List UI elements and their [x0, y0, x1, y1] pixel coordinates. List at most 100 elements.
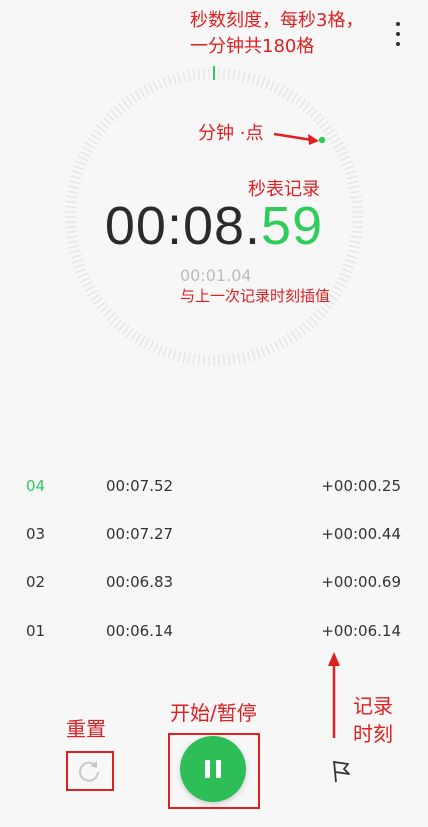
dial-tick	[305, 319, 315, 329]
lap-row: 03 00:07.27 +00:00.44	[0, 515, 428, 555]
dial-tick	[172, 73, 177, 85]
dial-tick	[72, 170, 83, 175]
lap-row: 02 00:06.83 +00:00.69	[0, 563, 428, 603]
dial-tick	[286, 90, 294, 101]
dial-tick	[227, 354, 231, 366]
dial-tick	[134, 333, 142, 344]
dial-tick	[312, 113, 322, 122]
dial-tick	[328, 133, 338, 141]
dial-tick	[347, 180, 359, 185]
pause-icon	[205, 760, 221, 778]
record-time-annotation-line2: 时刻	[353, 722, 393, 746]
dial-tick	[335, 146, 346, 153]
dial-tick	[349, 190, 361, 194]
lap-time: 00:07.52	[106, 477, 174, 495]
dial-tick	[77, 155, 89, 162]
dial-tick	[90, 293, 100, 301]
reset-button[interactable]	[76, 758, 102, 784]
lap-diff: +00:00.69	[321, 573, 401, 591]
dial-tick	[113, 105, 123, 115]
dot-icon	[396, 32, 400, 36]
dial-tick	[346, 175, 358, 180]
dial-tick	[256, 348, 261, 359]
dial-tick	[192, 69, 196, 81]
dial-tick	[148, 340, 155, 352]
dial-tick	[167, 75, 172, 86]
dial-tick	[246, 350, 251, 362]
dial-tick	[305, 105, 315, 115]
dial-tick	[72, 259, 83, 264]
dial-tick	[290, 331, 298, 341]
dial-tick	[325, 128, 335, 137]
dial-tick	[172, 349, 177, 361]
dial-tick	[333, 285, 344, 293]
dial-tick	[330, 289, 341, 297]
dial-tick	[278, 338, 285, 349]
dial-tick	[177, 72, 182, 84]
dial-tick	[335, 281, 346, 288]
dial-tick	[143, 85, 150, 96]
dial-tick	[269, 80, 276, 92]
dial-tick	[265, 78, 271, 90]
dial-tick	[102, 116, 112, 126]
dial-tick	[242, 71, 246, 83]
stopwatch-time: 00:08.59	[0, 195, 428, 257]
dial-tick	[302, 102, 311, 112]
dial-tick	[148, 82, 155, 94]
dial-tick	[152, 342, 159, 354]
dial-tick	[73, 263, 85, 269]
dial-tick	[339, 155, 351, 162]
dial-tick	[106, 312, 116, 321]
dial-tick	[93, 297, 103, 306]
dial-tick	[157, 78, 163, 90]
dial-tick	[84, 141, 95, 149]
dial-tick	[333, 141, 344, 149]
dial-tick	[117, 322, 126, 332]
dial-tick	[242, 351, 246, 363]
dial-tick	[298, 325, 307, 335]
dial-tick	[130, 331, 138, 341]
dial-tick	[237, 352, 241, 364]
dial-tick	[256, 75, 261, 86]
dial-tick	[222, 68, 226, 80]
lap-time: 00:06.14	[106, 622, 174, 640]
dial-tick	[167, 348, 172, 359]
dial-tick	[232, 69, 236, 81]
dial-tick	[260, 346, 266, 358]
lap-row: 01 00:06.14 +00:06.14	[0, 612, 428, 652]
more-options-button[interactable]	[392, 22, 404, 46]
dial-tick	[162, 346, 168, 358]
dial-tick	[282, 336, 290, 347]
annotation-arrow-icon	[328, 652, 340, 738]
dial-tick	[232, 353, 236, 365]
dial-tick	[343, 263, 355, 269]
current-lap-time: 00:01.04	[180, 266, 252, 285]
dial-tick	[260, 76, 266, 88]
dial-tick	[110, 109, 119, 119]
dial-tick	[290, 93, 298, 103]
dial-tick	[130, 93, 138, 103]
dial-tick	[113, 319, 123, 329]
dial-tick	[75, 268, 87, 274]
dial-tick	[273, 82, 280, 94]
dial-tick	[192, 353, 196, 365]
lap-flag-button[interactable]	[330, 758, 352, 784]
dial-tick	[222, 354, 226, 366]
dial-tick	[202, 68, 206, 80]
dial-tick	[269, 342, 276, 354]
lap-number: 02	[26, 573, 46, 591]
dial-tick	[75, 160, 87, 166]
dial-tick	[110, 315, 119, 325]
dial-tick	[312, 312, 322, 321]
lap-diff: +00:00.44	[321, 525, 401, 543]
dial-tick	[77, 272, 89, 279]
start-pause-annotation: 开始/暂停	[170, 701, 257, 725]
dial-tick	[96, 124, 106, 133]
reset-annotation: 重置	[66, 717, 106, 741]
dial-tick	[345, 170, 356, 175]
lap-number: 04	[26, 477, 46, 495]
dial-tick	[121, 99, 130, 109]
dial-annotation-line2: 一分钟共180格	[190, 36, 315, 57]
dial-tick	[152, 80, 159, 92]
minute-dot-annotation: 分钟 ·点	[198, 123, 264, 144]
